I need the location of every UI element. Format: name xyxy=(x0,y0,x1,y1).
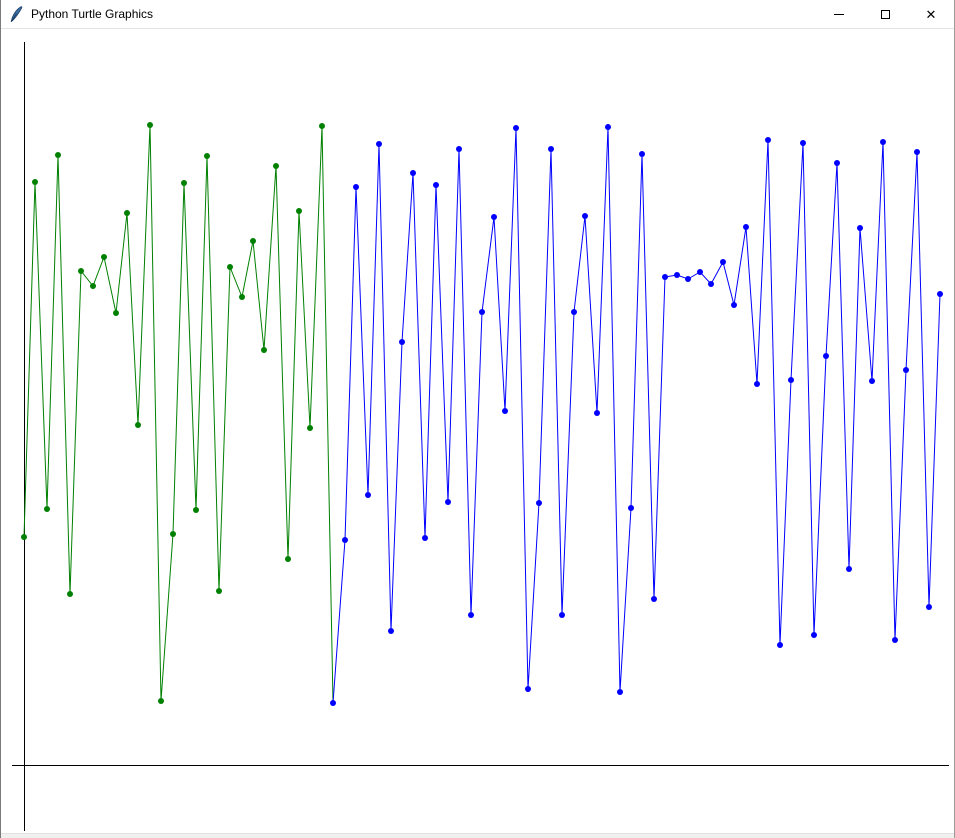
data-point-dot xyxy=(399,339,405,345)
window-bottom-edge xyxy=(1,833,954,838)
data-point-dot xyxy=(937,291,943,297)
turtle-graphics-window: Python Turtle Graphics ✕ xyxy=(0,0,955,838)
data-point-dot xyxy=(216,588,222,594)
data-point-dot xyxy=(559,612,565,618)
data-point-dot xyxy=(204,153,210,159)
app-feather-icon xyxy=(9,6,23,23)
data-point-dot xyxy=(800,140,806,146)
data-point-dot xyxy=(365,492,371,498)
data-point-dot xyxy=(113,310,119,316)
data-point-dot xyxy=(811,632,817,638)
data-point-dot xyxy=(330,700,336,706)
data-point-dot xyxy=(754,381,760,387)
window-title: Python Turtle Graphics xyxy=(31,7,816,21)
data-point-dot xyxy=(846,566,852,572)
data-point-dot xyxy=(319,123,325,129)
data-point-dot xyxy=(101,254,107,260)
data-point-dot xyxy=(536,500,542,506)
close-button[interactable]: ✕ xyxy=(908,0,954,28)
turtle-chart-svg xyxy=(1,29,955,833)
data-point-dot xyxy=(594,410,600,416)
maximize-button[interactable] xyxy=(862,0,908,28)
data-point-dot xyxy=(788,377,794,383)
data-point-dot xyxy=(227,264,233,270)
data-point-dot xyxy=(834,160,840,166)
data-point-dot xyxy=(857,225,863,231)
data-point-dot xyxy=(628,505,634,511)
data-point-dot xyxy=(662,274,668,280)
data-point-dot xyxy=(685,276,691,282)
data-point-dot xyxy=(731,302,737,308)
data-point-dot xyxy=(44,506,50,512)
data-point-dot xyxy=(571,309,577,315)
data-point-dot xyxy=(307,425,313,431)
titlebar[interactable]: Python Turtle Graphics ✕ xyxy=(1,0,954,29)
data-point-dot xyxy=(388,628,394,634)
data-point-dot xyxy=(21,534,27,540)
minimize-button[interactable] xyxy=(816,0,862,28)
data-point-dot xyxy=(720,259,726,265)
data-point-dot xyxy=(513,125,519,131)
data-point-dot xyxy=(903,367,909,373)
data-point-dot xyxy=(765,137,771,143)
data-point-dot xyxy=(708,281,714,287)
data-point-dot xyxy=(353,184,359,190)
data-point-dot xyxy=(342,537,348,543)
green-segment-polyline xyxy=(24,125,333,703)
data-point-dot xyxy=(926,604,932,610)
data-point-dot xyxy=(239,294,245,300)
data-point-dot xyxy=(193,507,199,513)
data-point-dot xyxy=(892,637,898,643)
data-point-dot xyxy=(124,210,130,216)
data-point-dot xyxy=(639,151,645,157)
data-point-dot xyxy=(32,179,38,185)
data-point-dot xyxy=(502,408,508,414)
data-point-dot xyxy=(582,213,588,219)
data-point-dot xyxy=(525,686,531,692)
data-point-dot xyxy=(445,499,451,505)
data-point-dot xyxy=(410,170,416,176)
turtle-canvas xyxy=(1,29,954,833)
data-point-dot xyxy=(651,596,657,602)
window-controls: ✕ xyxy=(816,0,954,28)
data-point-dot xyxy=(135,422,141,428)
data-point-dot xyxy=(422,535,428,541)
data-point-dot xyxy=(67,591,73,597)
data-point-dot xyxy=(697,269,703,275)
blue-segment-polyline xyxy=(333,127,940,703)
data-point-dot xyxy=(491,214,497,220)
data-point-dot xyxy=(823,353,829,359)
data-point-dot xyxy=(273,163,279,169)
close-icon: ✕ xyxy=(926,8,937,21)
data-point-dot xyxy=(376,141,382,147)
data-point-dot xyxy=(433,182,439,188)
data-point-dot xyxy=(285,556,291,562)
data-point-dot xyxy=(617,689,623,695)
data-point-dot xyxy=(869,378,875,384)
data-point-dot xyxy=(548,146,554,152)
data-point-dot xyxy=(914,149,920,155)
data-point-dot xyxy=(296,208,302,214)
data-point-dot xyxy=(880,139,886,145)
data-point-dot xyxy=(181,180,187,186)
data-point-dot xyxy=(456,146,462,152)
data-point-dot xyxy=(479,309,485,315)
data-point-dot xyxy=(170,531,176,537)
maximize-icon xyxy=(881,10,890,19)
data-point-dot xyxy=(743,224,749,230)
data-point-dot xyxy=(605,124,611,130)
data-point-dot xyxy=(158,698,164,704)
data-point-dot xyxy=(147,122,153,128)
data-point-dot xyxy=(90,283,96,289)
data-point-dot xyxy=(468,612,474,618)
data-point-dot xyxy=(777,642,783,648)
minimize-icon xyxy=(834,14,844,15)
data-point-dot xyxy=(674,272,680,278)
data-point-dot xyxy=(250,238,256,244)
data-point-dot xyxy=(78,268,84,274)
data-point-dot xyxy=(261,347,267,353)
data-point-dot xyxy=(55,152,61,158)
